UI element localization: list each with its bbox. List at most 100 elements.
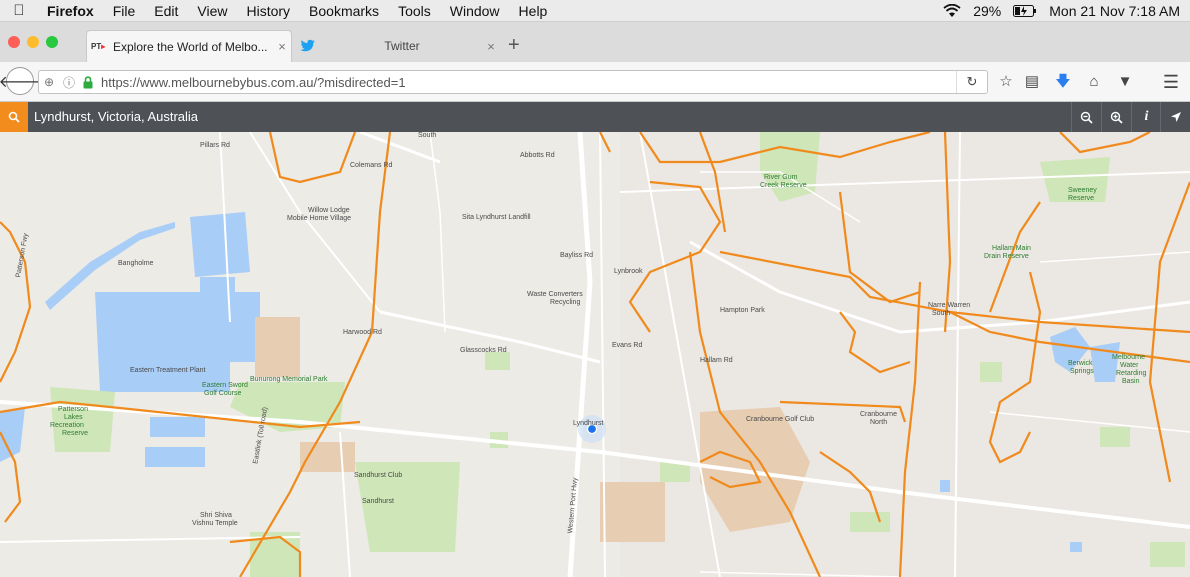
url-bar[interactable]: ⊕ ⓘ https://www.melbournebybus.com.au/?m… [38,70,988,94]
location-arrow-icon [1170,112,1181,122]
map-label: Lynbrook [614,268,643,275]
menu-history[interactable]: History [237,3,300,19]
map-label: South [932,310,951,317]
map-label: Bunurong Memorial Park [250,376,328,383]
mac-menubar:  Firefox File Edit View History Bookmar… [0,0,1190,22]
map-label: Sweeney [1068,187,1097,194]
map-label: Bayliss Rd [560,252,594,259]
map-label: Springs [1070,368,1094,375]
map-label: Willow Lodge [308,207,350,214]
map-label: Sandhurst Club [354,472,403,479]
zoom-out-button[interactable] [1071,102,1101,132]
map-label: Sita Lyndhurst Landfill [462,214,531,221]
tab-title: Twitter [384,39,420,53]
menu-edit[interactable]: Edit [145,3,188,19]
map-label: Melbourne [1112,354,1146,361]
map-label: Mobile Home Village [287,215,352,222]
map-label: Glasscocks Rd [460,347,507,354]
wifi-icon[interactable] [943,3,961,18]
reading-list-icon[interactable]: ▤ [1021,72,1043,92]
map-label: Hampton Park [720,307,765,314]
battery-percent: 29% [973,2,1002,19]
map-label: Lyndhurst [573,420,604,427]
reader-target-icon[interactable]: ⊕ [39,75,59,89]
menu-window[interactable]: Window [441,3,510,19]
site-search-bar: Lyndhurst, Victoria, Australia [0,102,1190,132]
menu-app-firefox[interactable]: Firefox [38,3,104,19]
map-label: Vishnu Temple [192,520,238,527]
tab-title: Explore the World of Melbo... [113,39,268,54]
downloads-icon[interactable]: 🡇 [1052,72,1074,92]
apple-icon[interactable]:  [0,2,38,19]
lock-icon [83,75,93,88]
map-label: Eastern Treatment Plant [130,367,206,374]
close-window-button[interactable] [8,36,20,48]
menu-file[interactable]: File [104,3,146,19]
map-label: Sandhurst [362,498,394,505]
tab-melbournebybus[interactable]: PT▸ Explore the World of Melbo... × [86,30,292,62]
map-label: Evans Rd [612,342,643,349]
pocket-icon[interactable]: ▼ [1114,72,1136,92]
menu-help[interactable]: Help [510,3,558,19]
map-label: Reserve [1068,195,1095,202]
map-label: Recycling [550,299,581,306]
map-svg [0,132,1190,577]
map-label: South [418,132,437,139]
map-label: Drain Reserve [984,253,1029,260]
map-label: Pillars Rd [200,142,230,149]
reload-button[interactable]: ↻ [956,71,987,93]
map-label: Eastern Sword [202,382,248,389]
menu-tools[interactable]: Tools [389,3,441,19]
url-host: https://www.melbournebybus.com.au [101,74,314,90]
menu-bookmarks[interactable]: Bookmarks [300,3,389,19]
minimize-window-button[interactable] [27,36,39,48]
home-icon[interactable]: ⌂ [1083,72,1105,92]
locate-me-button[interactable] [1160,102,1190,132]
map-label: Cranbourne Golf Club [746,416,815,423]
map-label: River Gum [764,174,798,181]
twitter-icon [300,39,315,52]
clock[interactable]: Mon 21 Nov 7:18 AM [1049,3,1180,19]
battery-charging-icon[interactable] [1013,4,1037,17]
map-label: Basin [1122,378,1140,385]
map-label: Abbotts Rd [520,152,555,159]
map-label: Creek Reserve [760,182,807,189]
location-search-input[interactable]: Lyndhurst, Victoria, Australia [34,109,198,124]
map-label: Bangholme [118,260,154,267]
search-icon [8,111,20,123]
zoom-in-button[interactable] [1101,102,1131,132]
new-tab-button[interactable]: + [508,34,520,57]
url-path: /?misdirected=1 [313,74,406,90]
tab-twitter[interactable]: Twitter × [294,30,500,62]
arrow-left-icon: 🡐 [0,73,42,91]
maximize-window-button[interactable] [46,36,58,48]
back-button[interactable]: 🡐 [0,67,41,95]
map-label: Patterson [58,406,88,413]
info-button[interactable]: i [1131,102,1161,132]
map-canvas[interactable]: Willow Lodge Mobile Home Village Sita Ly… [0,132,1190,577]
hamburger-menu-icon[interactable]: ☰ [1160,72,1182,92]
map-label: Berwick [1068,360,1093,367]
map-label: Water [1120,362,1139,369]
map-label: Narre Warren [928,302,971,309]
map-label: Harwood Rd [343,329,382,336]
map-label: Retarding [1116,370,1147,377]
zoom-out-icon [1080,111,1093,124]
map-label: Hallam Rd [700,357,733,364]
map-label: Colemans Rd [350,162,393,169]
map-label: Golf Course [204,390,242,397]
map-label: Waste Converters [527,291,583,298]
menu-view[interactable]: View [188,3,237,19]
info-icon[interactable]: ⓘ [59,74,79,91]
search-button[interactable] [0,102,28,132]
map-label: Recreation [50,422,84,429]
close-tab-icon[interactable]: × [273,39,291,54]
info-i-icon: i [1144,109,1149,124]
close-tab-icon[interactable]: × [482,39,500,54]
map-label: North [870,419,888,426]
map-label: Reserve [62,430,89,437]
bookmark-star-icon[interactable]: ☆ [995,72,1017,92]
map-label: Cranbourne [860,411,897,418]
zoom-in-icon [1110,111,1123,124]
map-label: Hallam Main [992,245,1031,252]
